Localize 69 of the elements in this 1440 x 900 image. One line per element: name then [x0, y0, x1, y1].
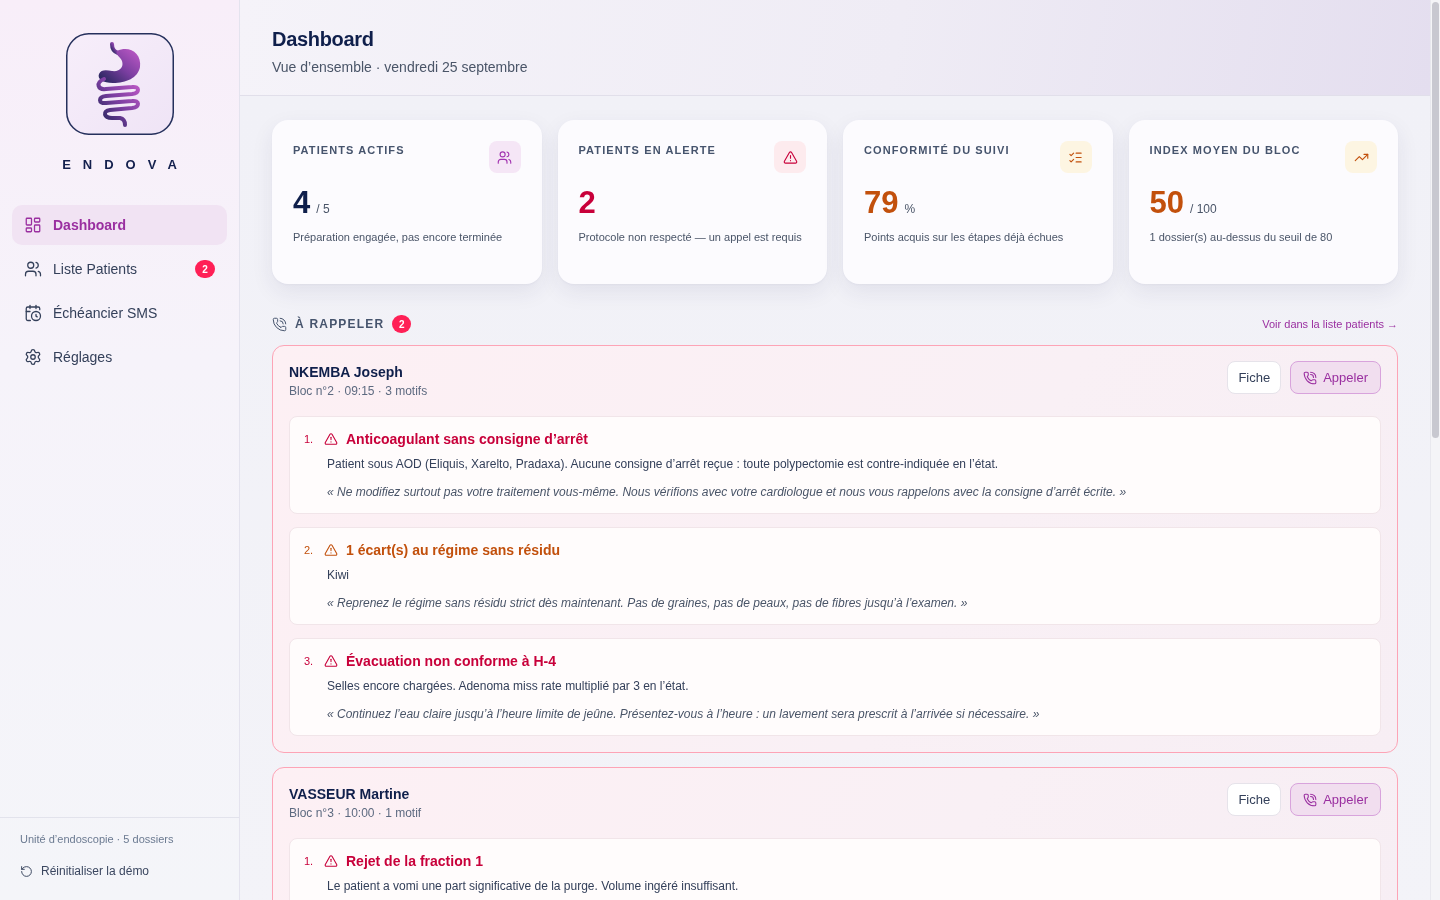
issue-detail: Le patient a vomi une part significative de la purge. Volume ingéré insuffisant. — [327, 878, 740, 895]
checklist-icon — [1059, 141, 1092, 173]
issue-number: 1. — [304, 855, 315, 867]
stat-description: Préparation engagée, pas encore terminée — [293, 230, 504, 245]
issue-quote: « Reprenez le régime sans résidu strict dès maintenant. Pas de graines, pas de peaux, pas de fibres jusqu’à l’examen. » — [327, 595, 969, 612]
nav-item[interactable]: Échéancier SMS — [12, 293, 227, 333]
nav-item[interactable]: Dashboard — [12, 205, 227, 245]
intestine-logo-icon — [65, 33, 174, 135]
patient-name: NKEMBA Joseph — [289, 363, 404, 381]
stat-description: Protocole non respecté — un appel est requis — [578, 230, 803, 245]
section-title: À RAPPELER — [295, 317, 385, 331]
users-icon — [24, 260, 42, 278]
patient-meta: Bloc n°3 · 10:00 · 1 motif — [289, 805, 422, 821]
stat-value: 79 — [864, 185, 899, 221]
stat-label: PATIENTS EN ALERTE — [578, 143, 717, 157]
patient-list-link[interactable]: Voir dans la liste patients → — [1262, 318, 1398, 330]
warning-icon — [324, 854, 338, 868]
phone-call-icon — [272, 316, 287, 332]
issue-title: Rejet de la fraction 1 — [346, 852, 483, 870]
patient-meta: Bloc n°2 · 09:15 · 3 motifs — [289, 383, 428, 399]
reset-icon — [20, 864, 33, 878]
phone-call-icon — [1303, 792, 1318, 807]
stat-value: 4 — [293, 185, 311, 221]
nav-item[interactable]: Liste Patients 2 — [12, 249, 227, 289]
reset-link[interactable]: Réinitialiser la démo — [20, 863, 219, 879]
stat-unit: / 5 — [316, 202, 330, 216]
warning-icon — [774, 141, 806, 173]
patient-name: VASSEUR Martine — [289, 785, 411, 803]
issue-number: 2. — [304, 544, 315, 556]
stat-description: 1 dossier(s) au-dessus du seuil de 80 — [1149, 230, 1334, 245]
issue-quote: « Continuez l’eau claire jusqu’à l’heure limite de jeûne. Présentez-vous à l’heure : un lavement sera prescrit à l’arrivée si nécessaire. » — [327, 706, 1041, 723]
count-badge: 2 — [195, 260, 215, 278]
stat-value: 50 — [1149, 185, 1184, 221]
nav-item[interactable]: Réglages — [12, 337, 227, 377]
warning-icon — [324, 543, 338, 557]
call-button[interactable]: Appeler — [1290, 361, 1381, 394]
issue-number: 3. — [304, 655, 315, 667]
stat-unit: % — [904, 202, 916, 216]
trend-up-icon — [1345, 141, 1377, 173]
page-title: Dashboard — [272, 27, 375, 51]
stat-description: Points acquis sur les étapes déjà échues — [864, 230, 1065, 245]
unit-info: Unité d’endoscopie · 5 dossiers — [20, 832, 175, 846]
count-badge: 2 — [392, 315, 412, 333]
issue-title: Anticoagulant sans consigne d’arrêt — [346, 430, 588, 448]
issue-detail: Patient sous AOD (Eliquis, Xarelto, Pradaxa). Aucune consigne d’arrêt reçue : toute polypectomie est contre-indiquée en l’état. — [327, 456, 1000, 473]
settings-icon — [24, 348, 42, 366]
issue-title: 1 écart(s) au régime sans résidu — [346, 541, 560, 559]
issue-number: 1. — [304, 433, 315, 445]
sheet-button[interactable]: Fiche — [1227, 361, 1282, 394]
phone-call-icon — [1303, 370, 1318, 385]
users-icon — [488, 141, 521, 173]
warning-icon — [324, 432, 338, 446]
issue-title: Évacuation non conforme à H-4 — [346, 652, 557, 670]
page-subtitle: Vue d’ensemble · vendredi 25 septembre — [272, 58, 529, 76]
warning-icon — [324, 654, 338, 668]
stat-label: INDEX MOYEN DU BLOC — [1149, 143, 1301, 157]
scrollbar-thumb[interactable] — [1432, 2, 1439, 438]
stat-label: CONFORMITÉ DU SUIVI — [864, 143, 1010, 157]
call-button[interactable]: Appeler — [1290, 783, 1381, 816]
sheet-button[interactable]: Fiche — [1227, 783, 1282, 816]
stat-value: 2 — [578, 185, 596, 221]
issue-detail: Selles encore chargées. Adenoma miss rate multiplié par 3 en l’état. — [327, 678, 690, 695]
issue-detail: Kiwi — [327, 567, 350, 584]
stat-unit: / 100 — [1190, 202, 1217, 216]
stat-label: PATIENTS ACTIFS — [293, 143, 405, 157]
issue-quote: « Ne modifiez surtout pas votre traitement vous-même. Nous vérifions avec votre cardiologue et nous vous rappelons avec la consigne d’arrêt écrite. » — [327, 484, 1128, 501]
calendar-clock-icon — [24, 304, 42, 322]
brand-name: ENDOVA — [61, 157, 189, 173]
dashboard-grid-icon — [24, 216, 42, 234]
